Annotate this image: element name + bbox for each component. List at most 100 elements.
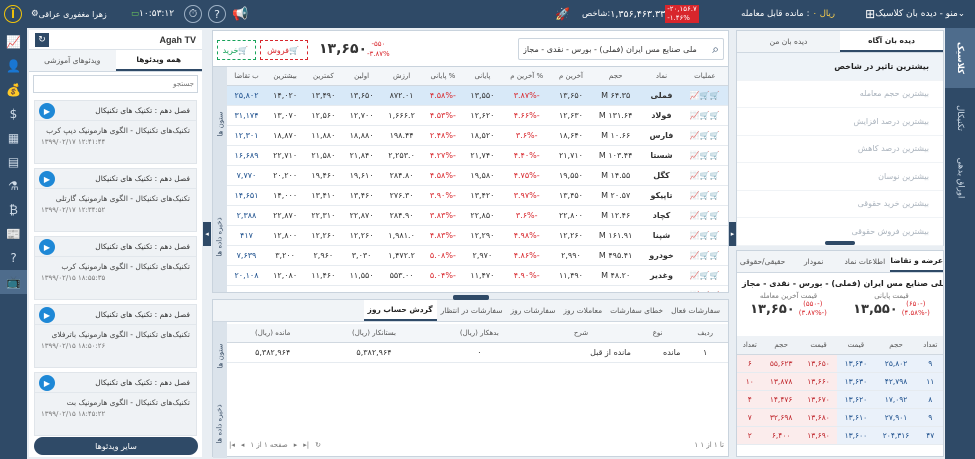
gear-icon[interactable]: ⚙ [31,9,39,19]
sell-cart-icon[interactable]: 🛒 [700,91,710,100]
table-row[interactable]: 🛒🛒📈 کگل ۱۴.۵۵ M ۱۹,۵۵۰ -۴.۷۵% ۱۹,۵۸۰ -۴.۵۸% ۲۸۴… [227,165,728,186]
sell-cart-icon[interactable]: 🛒 [700,191,710,200]
table-row[interactable]: ۹ ۲۵,۸۰۲ ۱۳,۶۴۰ ۱۳,۶۵۰ ۵۵,۶۲۳ ۶ [737,354,943,373]
play-icon[interactable]: ▶ [39,239,55,255]
video-title[interactable]: تکنیک‌های تکنیکال - الگوی هارمونیک کرب [35,257,196,271]
chart-icon[interactable]: 📈 [690,91,700,100]
column-header[interactable]: شرح [529,324,633,343]
sell-cart-icon[interactable]: 🛒 [700,171,710,180]
column-header[interactable]: ردیف [682,324,728,343]
column-header[interactable]: بستانکار (ریال) [318,324,430,343]
orders-save-data-tab[interactable]: ذخیره داده ها [216,404,224,443]
watchlist-item[interactable]: بیشترین نوسان [737,163,943,191]
cell-sym[interactable]: وغدیر [641,265,682,286]
app-menu[interactable]: ⊞ منو - دیده بان کلاسیک ⌄ [861,0,969,28]
buy-cart-icon[interactable]: 🛒 [710,231,720,240]
menu-title[interactable]: منو - دیده بان کلاسیک [875,9,958,19]
sell-cart-icon[interactable]: 🛒 [700,151,710,160]
video-title[interactable]: تکنیک‌های تکنیکال - الگوی هارمونیک دیپ ک… [35,121,196,135]
buy-cart-icon[interactable]: 🛒 [710,251,720,260]
video-title[interactable]: تکنیک‌های تکنیکال - الگوی هارمونیک باترف… [35,325,196,339]
buy-cart-icon[interactable]: 🛒 [710,191,720,200]
orders-tab[interactable]: سفارشات روز [507,300,560,321]
grid-menu-icon[interactable]: ⊞ [865,7,875,21]
column-header[interactable]: ب تقاضا [227,67,266,86]
bitcoin-icon[interactable]: ₿ [0,198,27,222]
chart-icon[interactable]: 📈 [0,30,27,54]
tab-symbol-info[interactable]: اطلاعات نماد [839,251,890,272]
help-icon[interactable]: ? [208,0,226,28]
tab-all-videos[interactable]: همه ویدئوها [115,50,202,71]
buy-cart-icon[interactable]: 🛒 [710,211,720,220]
table-row[interactable]: 🛒🛒📈 شستا ۱۰۳.۴۴ M ۲۱,۷۱۰ -۴.۴۰% ۲۱,۷۴۰ -۴.۲۷% ۲… [227,145,728,166]
cell-sym[interactable]: شپنا [641,225,682,246]
table-row[interactable]: ۱ مانده مانده از قبل ۰ ۵,۳۸۲,۹۶۴ ۵,۳۸۲,۹… [227,342,728,363]
grid-icon[interactable]: ▦ [0,126,27,150]
table-row[interactable]: 🛒🛒📈 فارس ۱۰.۶۶ M ۱۸,۶۴۰ -۳.۶% ۱۸,۵۲۰ -۲.۴۸% ۱۹۸… [227,125,728,146]
table-row[interactable]: 🛒🛒📈 کچاد ۱۲.۴۶ M ۲۲,۸۰۰ -۳.۶% ۲۲,۸۵۰ -۳.۸۳% ۲۸۴… [227,205,728,226]
chart-icon[interactable]: 📈 [690,211,700,220]
bars-icon[interactable]: ▤ [0,150,27,174]
list-item[interactable]: فصل دهم : تکنیک های تکنیکال ▶ تکنیک‌های … [34,304,197,368]
watchlist-item[interactable]: بیشترین حجم معامله [737,81,943,108]
prev-page-icon[interactable]: ◂ [241,441,245,449]
column-header[interactable]: ارزش [380,67,423,86]
watchlist-item[interactable]: بیشترین درصد افزایش [737,108,943,136]
sell-cart-icon[interactable]: 🛒 [700,291,710,293]
tab-real-legal[interactable]: حقیقی/حقوقی [737,251,788,272]
buy-cart-icon[interactable]: 🛒 [710,91,720,100]
orders-tab[interactable]: سفارشات در انتظار [437,300,507,321]
next-page-icon[interactable]: ▸ [294,441,298,449]
chart-icon[interactable]: 📈 [690,151,700,160]
rocket-icon[interactable]: 🚀 [555,0,570,28]
wallet-icon[interactable]: 💰 [0,78,27,102]
table-row[interactable]: 🛒🛒📈 تاپیکو ۲۰.۵۷ M ۱۳,۴۵۰ -۳.۹۷% ۱۳,۴۲۰ -۳.۹۰%… [227,185,728,206]
sell-cart-icon[interactable]: 🛒 [700,111,710,120]
person-icon[interactable]: 👤 [0,54,27,78]
tab-order-book[interactable]: عرضه و تقاضا [890,251,943,272]
megaphone-icon[interactable]: 📢 [232,0,248,28]
sell-button[interactable]: فروش 🛒 [260,40,308,60]
rail-tab-bonds[interactable]: اوراق بدهی [945,148,975,208]
cell-sym[interactable]: تاپیکو [641,185,682,206]
chart-icon[interactable]: 📈 [690,171,700,180]
sell-cart-icon[interactable]: 🛒 [700,251,710,260]
left-panel-collapse-handle[interactable]: ◂ [203,222,211,246]
column-header[interactable]: حجم [590,67,642,86]
clock-icon[interactable]: ⏱ [184,0,202,28]
buy-cart-icon[interactable]: 🛒 [710,131,720,140]
table-row[interactable]: 🛒🛒📈 فولاد ۱۳۱.۶۴ M ۱۲,۶۳۰ -۴.۶۶% ۱۲,۶۲۰ -۴.۵۳%… [227,105,728,126]
right-panel-collapse-handle[interactable]: ▸ [729,222,736,246]
sell-cart-icon[interactable]: 🛒 [700,231,710,240]
cell-sym[interactable]: کگل [641,165,682,186]
list-item[interactable]: فصل دهم : تکنیک های تکنیکال ▶ تکنیک‌های … [34,100,197,164]
column-header[interactable]: % پایانی [422,67,464,86]
tv-icon[interactable]: 📺 [0,270,27,294]
username[interactable]: زهرا مغفوری عراقی [39,10,107,19]
buy-cart-icon[interactable]: 🛒 [710,171,720,180]
table-row[interactable]: 🛒🛒📈 خودرو ۴۹۵.۴۱ M ۲,۹۹۰ -۴.۸۶% ۲,۹۷۰ -۵.۰۸% ۱,… [227,245,728,266]
column-header[interactable]: کمترین [304,67,343,86]
video-title[interactable]: تکنیک‌های تکنیکال - الگوی هارمونیک بت [35,393,196,407]
column-header[interactable]: بدهکار (ریال) [429,324,530,343]
column-header[interactable]: بیشترین [265,67,305,86]
splitter-handle[interactable] [453,295,489,300]
play-icon[interactable]: ▶ [39,307,55,323]
watchlist-item[interactable]: بیشترین درصد کاهش [737,136,943,163]
chart-icon[interactable]: 📈 [690,271,700,280]
table-row[interactable]: 🛒🛒📈 فملی ۶۴.۳۵ M ۱۳,۶۵۰ -۳.۸۷% ۱۳,۵۵۰ -۴.۵۸% ۸۷… [227,85,728,106]
quiz-icon[interactable]: ? [0,246,27,270]
last-page-icon[interactable]: ▸| [303,441,309,449]
refresh-page-icon[interactable]: ↻ [315,441,321,449]
cell-sym[interactable]: فملی [641,85,682,106]
refresh-icon[interactable]: ↻ [35,32,49,47]
chart-icon[interactable]: 📈 [690,191,700,200]
watchlist-item[interactable]: بیشترین خرید حقوقی [737,191,943,218]
symbol-search[interactable]: ملی صنایع مس ایران (فملی) - بورس - نقدی … [518,38,724,60]
table-row[interactable]: 🛒🛒📈 شپنا ۱۶۱.۹۱ M ۱۲,۲۶۰ -۴.۹۸% ۱۲,۲۹۰ -۴.۸۳% ۱… [227,225,728,246]
table-row[interactable]: 🛒🛒📈 وغدیر ۴۸.۲۰ M ۱۱,۴۹۰ -۴.۹۰% ۱۱,۴۷۰ -۵.۰۴% ۵… [227,265,728,286]
column-header[interactable]: مانده (ریال) [227,324,319,343]
watchlist-item[interactable]: بیشترین تاثیر در شاخص [737,53,943,81]
columns-tab[interactable]: ستون ها [216,111,224,136]
user-menu[interactable]: ⚙ زهرا مغفوری عراقی [28,0,107,28]
